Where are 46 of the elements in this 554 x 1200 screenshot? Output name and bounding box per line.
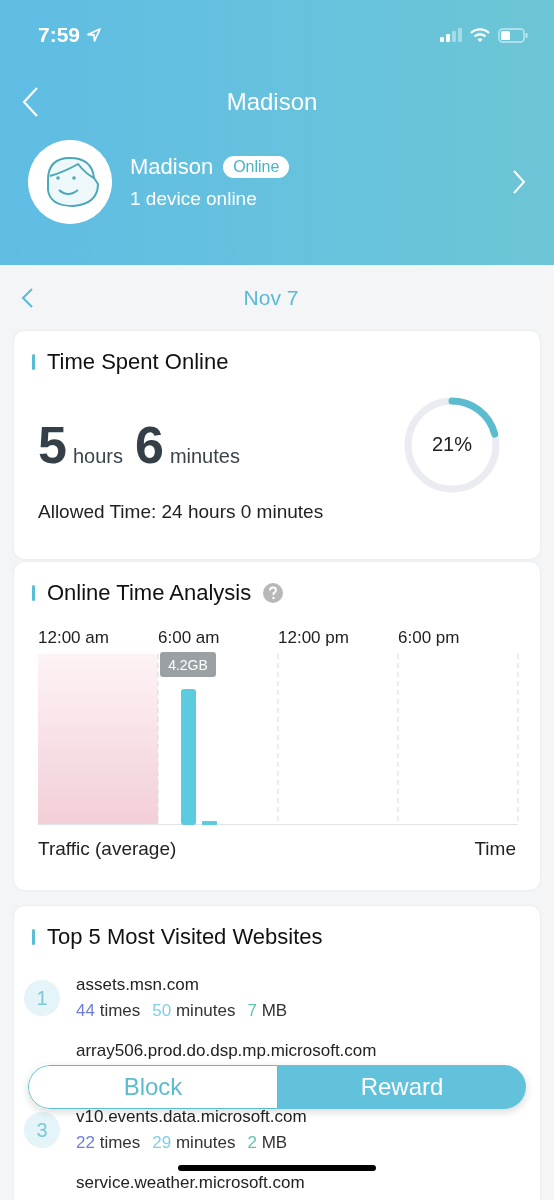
website-stat: 44 times (76, 1001, 141, 1021)
website-stat: 22 times (76, 1133, 141, 1153)
website-domain: assets.msn.com (76, 975, 200, 995)
avatar-icon (28, 140, 112, 224)
minutes-unit: minutes (169, 445, 240, 468)
traffic-bar (202, 821, 217, 825)
page-title: Madison (225, 88, 319, 116)
battery-icon (498, 27, 528, 43)
hours-unit: hours (72, 445, 123, 468)
reward-button[interactable]: Reward (278, 1065, 526, 1109)
website-stat: 29 minutes (152, 1133, 236, 1153)
status-badge: Online (223, 156, 290, 178)
back-icon[interactable] (20, 86, 40, 118)
card-title: Time Spent Online (47, 349, 229, 375)
chevron-right-icon[interactable] (512, 169, 526, 195)
axis-title: Time (474, 838, 516, 860)
value-tooltip: 4.2GB (160, 652, 216, 677)
axis-label: 6:00 pm (398, 628, 461, 648)
help-icon[interactable] (263, 583, 284, 603)
wifi-icon (470, 27, 490, 43)
rank-number: 1 (24, 980, 60, 1016)
status-time: 7:59 (38, 23, 81, 47)
website-stat: 7 MB (247, 1001, 288, 1021)
card-title: Top 5 Most Visited Websites (47, 924, 323, 950)
minutes-value: 6 (134, 415, 164, 475)
rank-number: 3 (24, 1112, 60, 1148)
website-stat: 50 minutes (152, 1001, 236, 1021)
percent-label: 21% (431, 433, 473, 456)
website-domain: v10.events.data.microsoft.com (76, 1107, 307, 1127)
location-arrow-icon (86, 27, 103, 43)
block-button[interactable]: Block (28, 1065, 278, 1109)
card-title: Online Time Analysis (47, 580, 252, 606)
date-label: Nov 7 (242, 286, 300, 310)
website-stat: 2 MB (247, 1133, 288, 1153)
axis-label: 6:00 am (158, 628, 221, 648)
website-domain: array506.prod.do.dsp.mp.microsoft.com (76, 1041, 377, 1061)
signal-icon (440, 28, 462, 42)
website-domain: service.weather.microsoft.com (76, 1173, 305, 1193)
profile-name: Madison (130, 154, 214, 180)
device-count: 1 device online (130, 188, 258, 210)
hours-value: 5 (38, 415, 67, 475)
allowed-time: Allowed Time: 24 hours 0 minutes (38, 501, 325, 523)
axis-label: 12:00 pm (278, 628, 350, 648)
previous-day-icon[interactable] (20, 287, 34, 309)
axis-title: Traffic (average) (38, 838, 177, 860)
axis-label: 12:00 am (38, 628, 110, 648)
